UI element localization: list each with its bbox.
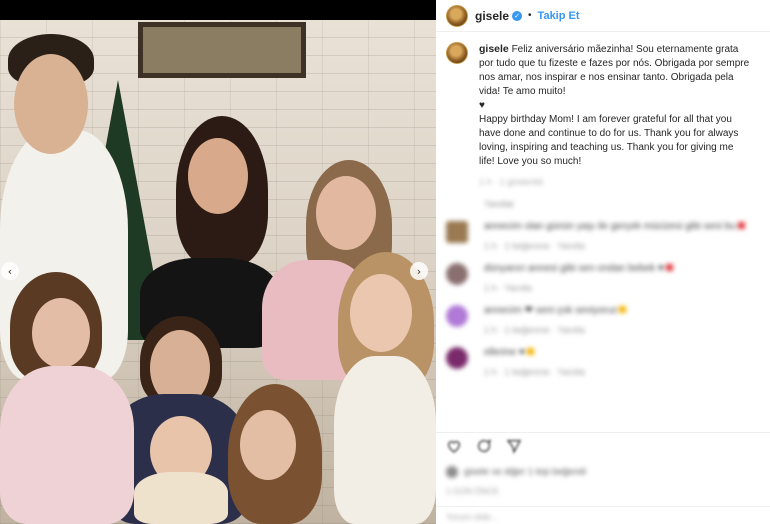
comment-item: annecim olan günün yaşı ile gerçek müciz… bbox=[436, 221, 770, 251]
comment-meta[interactable]: 1 h · 1 beğenme · Yanıtla bbox=[484, 367, 585, 377]
follow-button[interactable]: Takip Et bbox=[538, 10, 580, 22]
user-avatar[interactable] bbox=[446, 4, 468, 27]
previous-photo-button[interactable]: ‹ bbox=[1, 262, 19, 280]
divider bbox=[436, 506, 770, 507]
comment-avatar[interactable] bbox=[446, 221, 468, 243]
next-photo-button[interactable]: › bbox=[410, 262, 428, 280]
add-comment-input[interactable]: Yorum ekle... bbox=[446, 512, 498, 522]
heart-icon[interactable] bbox=[445, 437, 463, 455]
photo-top-bar bbox=[0, 0, 436, 20]
username-link[interactable]: gisele bbox=[475, 9, 509, 23]
left-girl-head bbox=[32, 298, 90, 368]
teen-girl-head bbox=[188, 138, 248, 214]
liked-by-avatar bbox=[446, 466, 458, 478]
heart-glyph: ♥ bbox=[479, 100, 485, 111]
small-girl-head bbox=[240, 410, 296, 480]
post-sidebar: gisele ✓ • Takip Et gisele Feliz anivers… bbox=[436, 0, 770, 524]
comment-text: ellerine ♥ bbox=[484, 347, 585, 358]
post-action-bar bbox=[436, 432, 770, 458]
comment-meta[interactable]: 1 h · Yanıtla bbox=[484, 283, 673, 293]
blonde-girl-head bbox=[350, 274, 412, 352]
comment-avatar[interactable] bbox=[446, 263, 468, 285]
comment-text: dünyanın annesi gibi sen ondan bebek ♥ bbox=[484, 263, 673, 274]
replies-label: Yanıtlar bbox=[484, 199, 515, 209]
caption-text-pt: Feliz aniversário mãezinha! Sou etername… bbox=[479, 44, 752, 97]
caption-text-en: Happy birthday Mom! I am forever gratefu… bbox=[479, 114, 739, 167]
pink-girl-head bbox=[316, 176, 376, 250]
likes-summary[interactable]: gisele ve diğer 1 kişi beğendi bbox=[446, 466, 586, 478]
caption-avatar[interactable] bbox=[446, 42, 468, 64]
family-photo[interactable] bbox=[0, 20, 436, 524]
comment-icon[interactable] bbox=[475, 437, 493, 455]
caption-timestamp: 1 h · 1 gösterildi bbox=[479, 177, 544, 187]
baby-body bbox=[134, 472, 228, 524]
blonde-girl-dress bbox=[334, 356, 436, 524]
comment-meta[interactable]: 1 h · 1 beğenme · Yanıtla bbox=[484, 325, 626, 335]
father-head bbox=[14, 54, 88, 154]
comment-text: annecim olan günün yaşı ile gerçek müciz… bbox=[484, 221, 745, 232]
post-caption: gisele Feliz aniversário mãezinha! Sou e… bbox=[436, 32, 770, 189]
separator-dot: • bbox=[528, 10, 532, 21]
comment-text: annecim ❤ seni çok seviyoruz bbox=[484, 305, 627, 316]
post-header: gisele ✓ • Takip Et bbox=[436, 0, 770, 32]
comment-item: annecim ❤ seni çok seviyoruz 1 h · 1 beğ… bbox=[436, 305, 770, 335]
caption-username[interactable]: gisele bbox=[479, 43, 509, 55]
comment-item: ellerine ♥ 1 h · 1 beğenme · Yanıtla bbox=[436, 347, 770, 377]
comment-avatar[interactable] bbox=[446, 305, 468, 327]
share-icon[interactable] bbox=[505, 437, 523, 455]
post-photo-panel: ‹ › bbox=[0, 0, 436, 524]
wall-picture-frame bbox=[138, 22, 306, 78]
comment-avatar[interactable] bbox=[446, 347, 468, 369]
post-date: 1 GÜN ÖNCE bbox=[446, 486, 499, 496]
verified-badge-icon: ✓ bbox=[512, 10, 523, 21]
comment-meta[interactable]: 1 h · 1 beğenme · Yanıtla bbox=[484, 241, 745, 251]
caption-body: gisele Feliz aniversário mãezinha! Sou e… bbox=[479, 42, 751, 189]
left-girl-dress bbox=[0, 366, 134, 524]
comment-item: dünyanın annesi gibi sen ondan bebek ♥ 1… bbox=[436, 263, 770, 293]
